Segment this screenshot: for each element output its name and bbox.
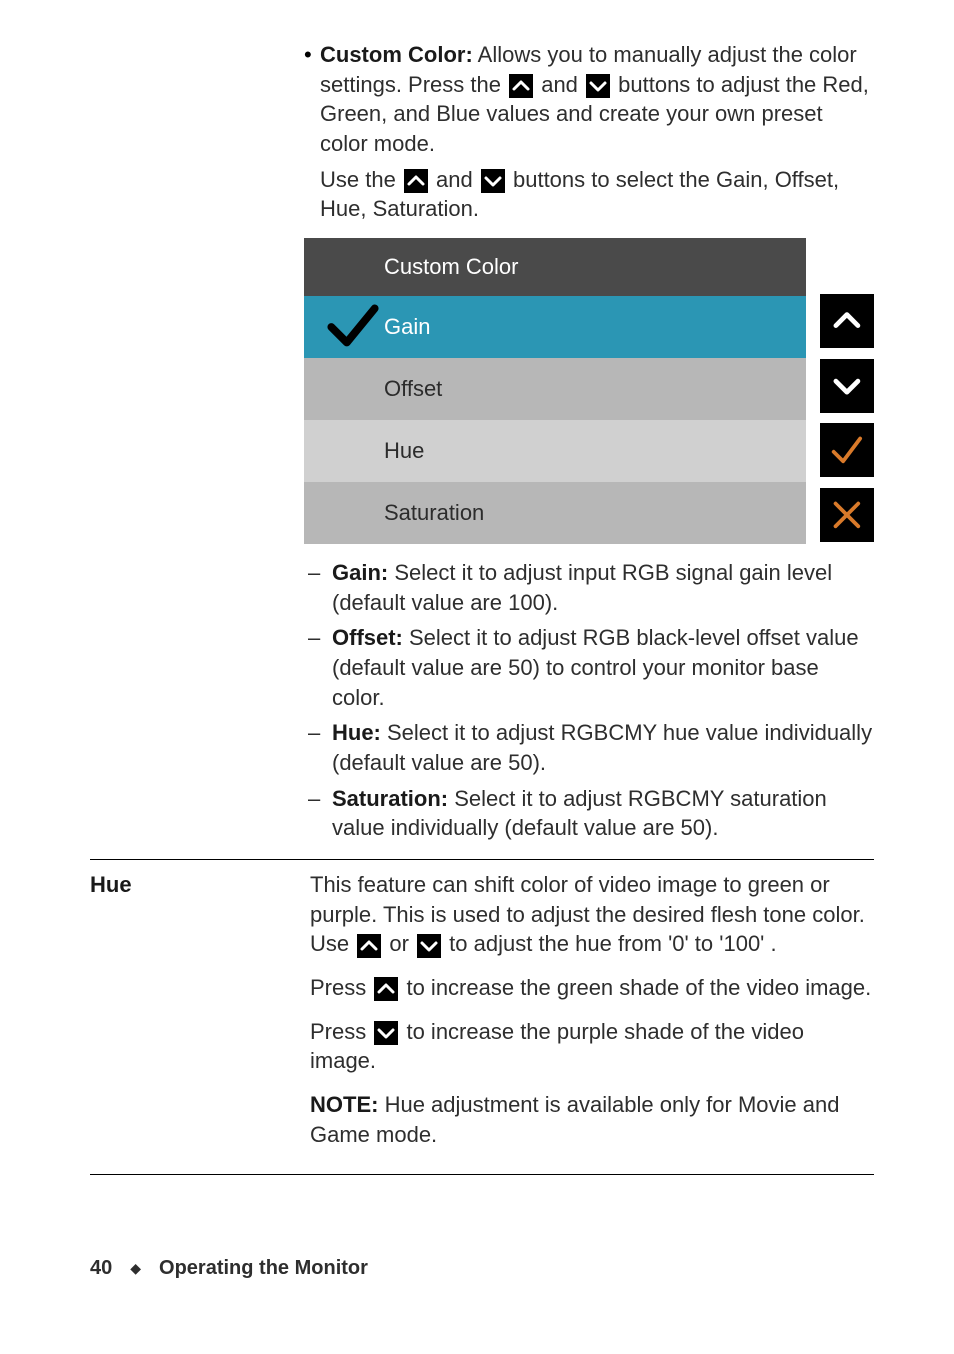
divider: [90, 1174, 874, 1175]
osd-up-button[interactable]: [820, 294, 874, 348]
osd-item-gain[interactable]: Gain: [304, 296, 806, 358]
hue-up-instruction: Press to increase the green shade of the…: [310, 973, 874, 1003]
page-footer: 40 ◆ Operating the Monitor: [90, 1255, 874, 1282]
osd-confirm-button[interactable]: [820, 423, 874, 477]
check-icon: [322, 296, 384, 358]
saturation-def-label: Saturation:: [332, 786, 448, 811]
section-title: Operating the Monitor: [159, 1255, 368, 1282]
osd-item-offset[interactable]: Offset: [304, 358, 806, 420]
divider: [90, 859, 874, 860]
definitions-list: Gain: Select it to adjust input RGB sign…: [304, 558, 874, 843]
hue-row-label: Hue: [90, 870, 310, 1164]
osd-item-hue[interactable]: Hue: [304, 420, 806, 482]
custom-color-paragraph: Custom Color: Allows you to manually adj…: [320, 40, 874, 224]
offset-def-label: Offset:: [332, 625, 403, 650]
down-icon: [374, 1021, 398, 1045]
up-icon: [357, 934, 381, 958]
custom-color-label: Custom Color:: [320, 42, 473, 67]
osd-down-button[interactable]: [820, 359, 874, 413]
up-icon: [374, 977, 398, 1001]
osd-item-saturation[interactable]: Saturation: [304, 482, 806, 544]
hue-description: This feature can shift color of video im…: [310, 870, 874, 959]
osd-close-button[interactable]: [820, 488, 874, 542]
down-icon: [586, 74, 610, 98]
bullet-marker: •: [304, 40, 320, 224]
down-icon: [481, 169, 505, 193]
diamond-icon: ◆: [130, 1259, 141, 1278]
hue-note: NOTE: Hue adjustment is available only f…: [310, 1090, 874, 1149]
gain-def-label: Gain:: [332, 560, 388, 585]
page-number: 40: [90, 1255, 112, 1282]
osd-menu: Custom Color Gain Offset Hue: [304, 238, 874, 544]
up-icon: [404, 169, 428, 193]
hue-down-instruction: Press to increase the purple shade of th…: [310, 1017, 874, 1076]
down-icon: [417, 934, 441, 958]
osd-title: Custom Color: [304, 238, 806, 296]
up-icon: [509, 74, 533, 98]
hue-def-label: Hue:: [332, 720, 381, 745]
